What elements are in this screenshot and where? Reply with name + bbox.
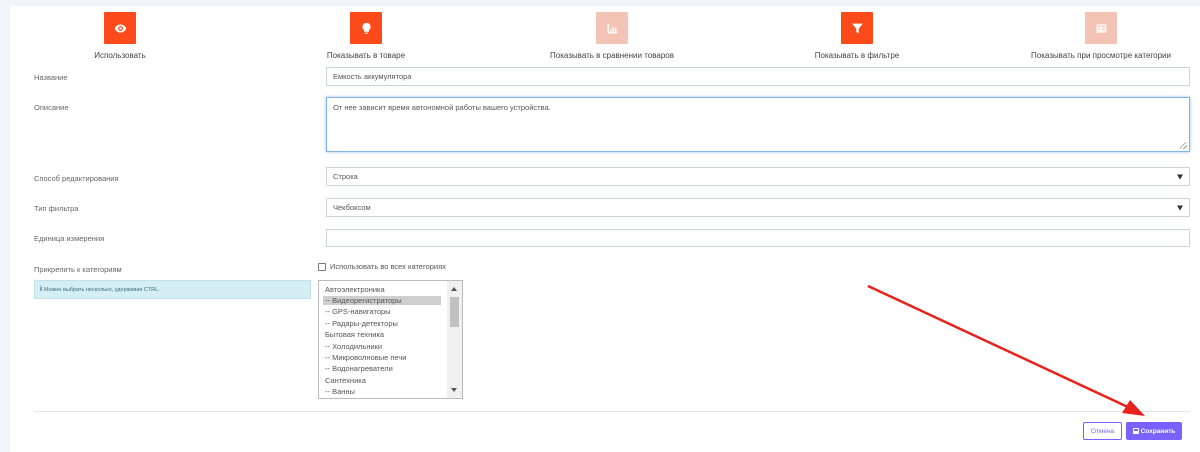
toggle-show-in-compare[interactable]: Показывать в сравнении товаров: [517, 12, 707, 60]
name-value: Емкость аккумулятора: [333, 72, 412, 81]
scrollbar[interactable]: [447, 281, 462, 398]
edit-mode-select[interactable]: Строка: [326, 167, 1190, 186]
list-item[interactable]: Автоэлектроника: [325, 285, 385, 294]
grid-icon[interactable]: [1085, 12, 1117, 44]
list-item[interactable]: Бытовая техника: [325, 330, 384, 339]
toggle-show-in-category-label: Показывать при просмотре категории: [1031, 51, 1171, 60]
categories-multiselect[interactable]: Автоэлектроника -- Видеорегистраторы -- …: [318, 280, 463, 399]
categories-hint-text: Можно выбрать несколько, удерживая CTRL.: [43, 286, 160, 293]
chevron-down-icon: [1177, 174, 1183, 179]
chevron-down-icon: [1177, 205, 1183, 210]
categories-hint: i Можно выбрать несколько, удерживая CTR…: [34, 280, 311, 299]
list-item[interactable]: -- GPS-навигаторы: [325, 307, 391, 316]
scroll-up-icon[interactable]: [451, 287, 457, 291]
name-label: Название: [34, 73, 68, 82]
toggle-show-in-product[interactable]: Показывать в товаре: [271, 12, 461, 60]
checkbox-icon[interactable]: [318, 262, 326, 271]
footer-divider: [34, 411, 1190, 412]
description-value: От нее зависит время автономной работы в…: [333, 103, 551, 112]
filter-type-select[interactable]: Чекбоксом: [326, 198, 1190, 217]
resize-handle-icon[interactable]: [1180, 142, 1187, 149]
description-label: Описание: [34, 103, 69, 112]
toggle-show-in-category[interactable]: Показывать при просмотре категории: [1006, 12, 1196, 60]
all-categories-checkbox[interactable]: Использовать во всех категориях: [318, 262, 446, 271]
toggle-show-in-compare-label: Показывать в сравнении товаров: [550, 51, 674, 60]
toggle-use-label: Использовать: [94, 51, 146, 60]
save-button-label: Сохранить: [1140, 427, 1176, 435]
filter-icon[interactable]: [841, 12, 873, 44]
scrollbar-thumb[interactable]: [450, 297, 459, 327]
chart-icon[interactable]: [596, 12, 628, 44]
info-icon: i: [40, 286, 42, 293]
list-item[interactable]: -- Микроволновые печи: [325, 353, 406, 362]
description-textarea[interactable]: От нее зависит время автономной работы в…: [326, 97, 1190, 152]
list-item[interactable]: Сантехника: [325, 376, 366, 385]
list-item[interactable]: -- Ванны: [325, 387, 355, 396]
name-input[interactable]: Емкость аккумулятора: [326, 67, 1190, 86]
list-item[interactable]: -- Видеорегистраторы: [323, 296, 441, 305]
list-item[interactable]: -- Радары-детекторы: [325, 319, 398, 328]
toggle-show-in-product-label: Показывать в товаре: [326, 51, 406, 60]
edit-mode-value: Строка: [333, 172, 358, 181]
list-item[interactable]: -- Водонагреватели: [325, 364, 393, 373]
cancel-button[interactable]: Отмена: [1083, 422, 1122, 440]
toggle-show-in-filter[interactable]: Показывать в фильтре: [762, 12, 952, 60]
all-categories-label: Использовать во всех категориях: [330, 262, 446, 271]
eye-icon[interactable]: [104, 12, 136, 44]
lightbulb-icon[interactable]: [350, 12, 382, 44]
scroll-down-icon[interactable]: [451, 388, 457, 392]
toggle-show-in-filter-label: Показывать в фильтре: [814, 51, 900, 60]
floppy-disk-icon: [1132, 428, 1139, 434]
list-item[interactable]: -- Холодильники: [325, 342, 382, 351]
edit-mode-label: Способ редактирования: [34, 174, 119, 183]
save-button[interactable]: Сохранить: [1126, 422, 1182, 440]
filter-type-value: Чекбоксом: [333, 203, 371, 212]
categories-label: Прикрепить к категориям: [34, 265, 122, 274]
filter-type-label: Тип фильтра: [34, 204, 79, 213]
toggle-use[interactable]: Использовать: [25, 12, 215, 60]
unit-label: Единица измерения: [34, 234, 105, 243]
unit-input[interactable]: [326, 229, 1190, 247]
